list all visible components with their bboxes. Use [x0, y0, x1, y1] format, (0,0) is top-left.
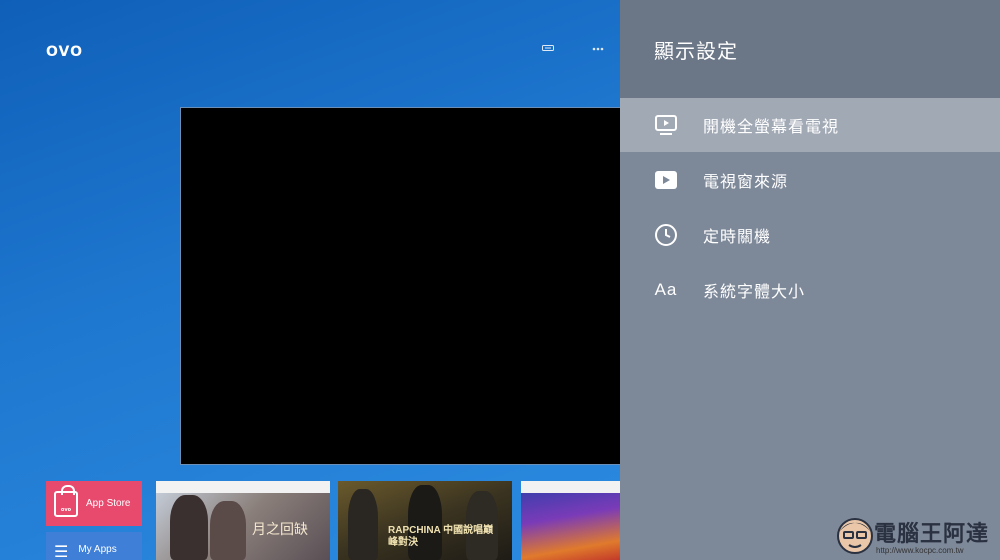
poster-tile-1[interactable]: 月之回缺: [156, 481, 330, 560]
menu-item-system-font-size[interactable]: Aa 系統字體大小: [620, 262, 1000, 317]
ovo-logo: OVO: [46, 44, 84, 60]
mascot-face-icon: [837, 518, 873, 554]
menu-item-label: 開機全螢幕看電視: [703, 117, 840, 136]
video-play-icon: [653, 167, 679, 193]
menu-item-label: 定時關機: [703, 226, 772, 246]
poster-1-title: 月之回缺: [252, 522, 308, 538]
poster-tile-3[interactable]: [521, 481, 620, 560]
app-store-bag-icon: ovo: [54, 484, 78, 517]
menu-item-label: 系統字體大小: [703, 281, 806, 301]
tv-preview-window[interactable]: [180, 107, 620, 465]
poster-header-strip: [521, 481, 620, 493]
poster-header-strip: [156, 481, 330, 493]
poster-2-title: RAPCHINA 中國說唱巔峰對決: [388, 525, 494, 548]
tv-play-icon: [653, 112, 679, 138]
menu-item-tv-window-source[interactable]: 電視窗來源: [620, 152, 1000, 207]
menu-item-label: 電視窗來源: [703, 171, 789, 191]
list-icon: ☰: [54, 542, 69, 560]
watermark-logo: 電腦王阿達 http://www.kocpc.com.tw: [834, 512, 1000, 560]
my-apps-tile[interactable]: ☰ My Apps: [46, 532, 142, 560]
home-screen: OVO ovo App Store ☰ My Apps 月之回缺 RAPCHIN…: [0, 0, 620, 560]
input-source-icon[interactable]: [542, 44, 554, 55]
watermark-url: http://www.kocpc.com.tw: [876, 546, 964, 555]
poster-tile-2[interactable]: RAPCHINA 中國說唱巔峰對決: [338, 481, 512, 560]
display-settings-panel: 顯示設定 開機全螢幕看電視 電視窗來源 定時關機 Aa 系統字體大小: [620, 0, 1000, 560]
my-apps-label: My Apps: [78, 544, 117, 555]
menu-item-fullscreen-tv-on-boot[interactable]: 開機全螢幕看電視: [620, 98, 1000, 152]
panel-title: 顯示設定: [654, 38, 738, 63]
app-store-tile[interactable]: ovo App Store: [46, 481, 142, 526]
clock-icon: [653, 222, 679, 248]
poster-figure: [348, 489, 378, 560]
more-options-icon[interactable]: [592, 44, 604, 55]
menu-item-sleep-timer[interactable]: 定時關機: [620, 207, 1000, 262]
font-size-icon: Aa: [654, 279, 678, 299]
poster-figure: [170, 495, 208, 560]
panel-header: 顯示設定: [620, 0, 1000, 98]
watermark-text: 電腦王阿達: [874, 522, 990, 547]
poster-figure: [210, 501, 246, 560]
app-store-label: App Store: [86, 498, 131, 509]
